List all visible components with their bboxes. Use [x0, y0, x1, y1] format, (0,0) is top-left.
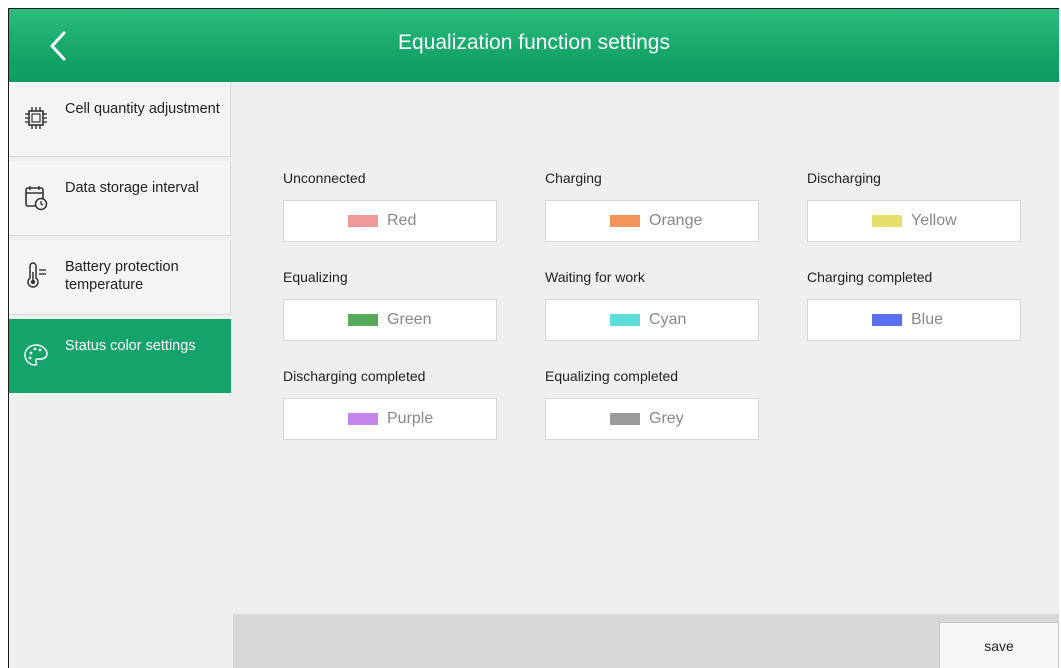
- page-title: Equalization function settings: [397, 31, 670, 54]
- save-button[interactable]: save: [939, 622, 1059, 668]
- color-swatch: [610, 413, 640, 425]
- status-label: Charging: [545, 170, 602, 186]
- color-name: Green: [387, 311, 432, 328]
- color-picker-waiting[interactable]: Cyan: [545, 299, 759, 341]
- sidebar-item-label: Cell quantity adjustment: [65, 101, 220, 117]
- status-color-equalizing: Equalizing Green: [283, 269, 497, 341]
- color-swatch: [610, 215, 640, 227]
- footer-bar: save: [233, 614, 1059, 668]
- status-label: Equalizing: [283, 269, 348, 285]
- color-name: Blue: [911, 311, 944, 328]
- status-label: Charging completed: [807, 269, 933, 285]
- status-color-waiting: Waiting for work Cyan: [545, 269, 759, 341]
- color-swatch: [872, 314, 902, 326]
- color-name: Red: [387, 212, 417, 229]
- app-window: Equalization function settings Cell quan…: [8, 8, 1059, 668]
- color-picker-equalizing-completed[interactable]: Grey: [545, 398, 759, 440]
- status-color-discharging-completed: Discharging completed Purple: [283, 368, 497, 440]
- color-name: Orange: [649, 212, 703, 229]
- thermometer-icon: [23, 262, 49, 290]
- color-name: Cyan: [649, 311, 687, 328]
- status-label: Discharging completed: [283, 368, 426, 384]
- status-color-discharging: Discharging Yellow: [807, 170, 1021, 242]
- sidebar-item-battery-protection[interactable]: Battery protection temperature: [9, 240, 231, 315]
- status-label: Discharging: [807, 170, 881, 186]
- color-picker-charging[interactable]: Orange: [545, 200, 759, 242]
- status-color-charging-completed: Charging completed Blue: [807, 269, 1021, 341]
- calendar-clock-icon: [23, 183, 49, 211]
- sidebar: Cell quantity adjustment Data storage in…: [9, 82, 233, 668]
- color-picker-discharging[interactable]: Yellow: [807, 200, 1021, 242]
- color-name: Grey: [649, 410, 684, 427]
- color-swatch: [348, 314, 378, 326]
- status-label: Equalizing completed: [545, 368, 679, 384]
- color-picker-discharging-completed[interactable]: Purple: [283, 398, 497, 440]
- title-bar: Equalization function settings: [9, 9, 1059, 82]
- color-name: Purple: [387, 410, 434, 427]
- status-label: Unconnected: [283, 170, 366, 186]
- sidebar-item-label: Battery protection temperature: [65, 259, 179, 293]
- color-swatch: [348, 413, 378, 425]
- sidebar-item-label: Status color settings: [65, 338, 196, 354]
- color-name: Yellow: [911, 212, 957, 229]
- sidebar-item-status-color[interactable]: Status color settings: [9, 319, 231, 393]
- status-color-equalizing-completed: Equalizing completed Grey: [545, 368, 759, 440]
- chip-icon: [23, 104, 49, 132]
- sidebar-item-label: Data storage interval: [65, 180, 199, 196]
- status-color-grid: Unconnected Red Charging Orange Discharg…: [233, 82, 1059, 614]
- color-picker-unconnected[interactable]: Red: [283, 200, 497, 242]
- status-label: Waiting for work: [545, 269, 645, 285]
- status-color-unconnected: Unconnected Red: [283, 170, 497, 242]
- color-swatch: [610, 314, 640, 326]
- status-color-charging: Charging Orange: [545, 170, 759, 242]
- sidebar-item-cell-quantity[interactable]: Cell quantity adjustment: [9, 82, 231, 157]
- color-swatch: [348, 215, 378, 227]
- palette-icon: [23, 341, 49, 369]
- sidebar-item-data-storage[interactable]: Data storage interval: [9, 161, 231, 236]
- color-picker-equalizing[interactable]: Green: [283, 299, 497, 341]
- color-swatch: [872, 215, 902, 227]
- color-picker-charging-completed[interactable]: Blue: [807, 299, 1021, 341]
